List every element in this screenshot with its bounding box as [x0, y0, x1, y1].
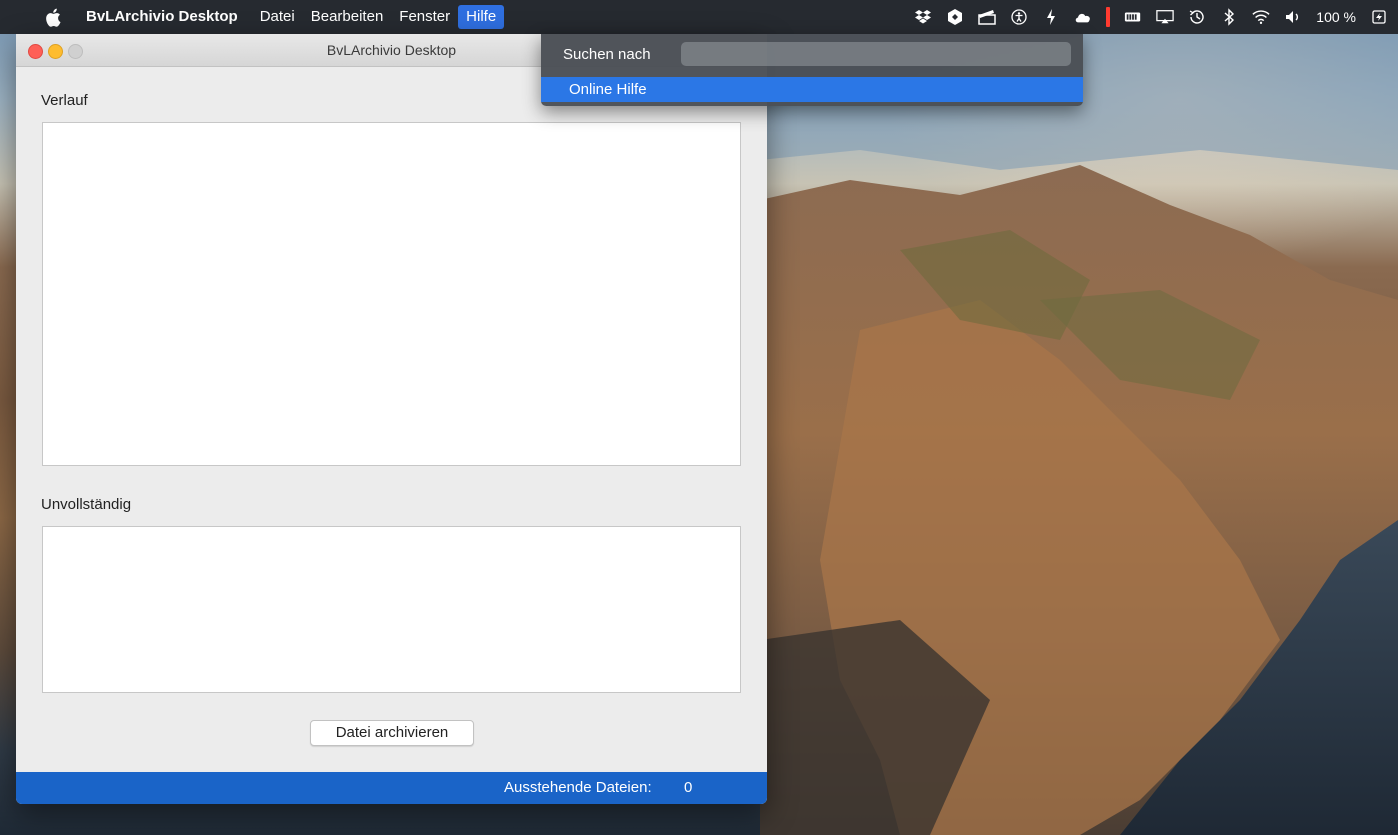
- desktop-wallpaper: BvLArchivio Desktop Datei Bearbeiten Fen…: [0, 0, 1398, 835]
- menu-hilfe[interactable]: Hilfe: [458, 5, 505, 29]
- status-menu-area: 100 %: [914, 0, 1388, 34]
- power-plug-icon[interactable]: [1042, 8, 1060, 26]
- menu-app-name[interactable]: BvLArchivio Desktop: [86, 0, 246, 34]
- volume-icon[interactable]: [1284, 8, 1302, 26]
- dropbox-icon[interactable]: [914, 8, 932, 26]
- battery-percentage[interactable]: 100 %: [1316, 9, 1356, 25]
- menu-bar: BvLArchivio Desktop Datei Bearbeiten Fen…: [0, 0, 1398, 34]
- incomplete-list[interactable]: [42, 526, 741, 693]
- time-machine-icon[interactable]: [1188, 8, 1206, 26]
- app-window: BvLArchivio Desktop Verlauf Unvollständi…: [16, 34, 767, 804]
- pending-files-label: Ausstehende Dateien:: [504, 779, 652, 796]
- bluetooth-icon[interactable]: [1220, 8, 1238, 26]
- help-search-row: Suchen nach: [541, 34, 1083, 74]
- cloud-icon[interactable]: [1074, 8, 1092, 26]
- hexagon-app-icon[interactable]: [946, 8, 964, 26]
- wifi-icon[interactable]: [1252, 8, 1270, 26]
- pending-files-count: 0: [684, 779, 693, 796]
- minimize-button[interactable]: [48, 44, 63, 59]
- accessibility-icon[interactable]: [1010, 8, 1028, 26]
- battery-device-icon[interactable]: [1124, 8, 1142, 26]
- archive-file-button[interactable]: Datei archivieren: [310, 720, 474, 746]
- incomplete-label: Unvollständig: [41, 496, 132, 513]
- history-list[interactable]: [42, 122, 741, 466]
- close-button[interactable]: [28, 44, 43, 59]
- menu-bearbeiten[interactable]: Bearbeiten: [303, 0, 392, 34]
- menu-datei[interactable]: Datei: [252, 0, 303, 34]
- menu-fenster[interactable]: Fenster: [391, 0, 458, 34]
- history-label: Verlauf: [41, 92, 88, 109]
- help-menu-dropdown: Suchen nach Online Hilfe: [541, 34, 1083, 106]
- clapper-icon[interactable]: [978, 8, 997, 26]
- zoom-button: [68, 44, 83, 59]
- status-bar: Ausstehende Dateien: 0: [16, 772, 767, 804]
- airplay-icon[interactable]: [1156, 8, 1175, 26]
- red-bar-indicator[interactable]: [1106, 7, 1111, 27]
- apple-menu-icon[interactable]: [44, 7, 62, 27]
- help-search-label: Suchen nach: [563, 45, 651, 63]
- menu-item-online-help[interactable]: Online Hilfe: [541, 77, 1083, 102]
- battery-icon[interactable]: [1370, 8, 1388, 26]
- window-title: BvLArchivio Desktop: [326, 42, 457, 58]
- help-search-input[interactable]: [681, 42, 1071, 66]
